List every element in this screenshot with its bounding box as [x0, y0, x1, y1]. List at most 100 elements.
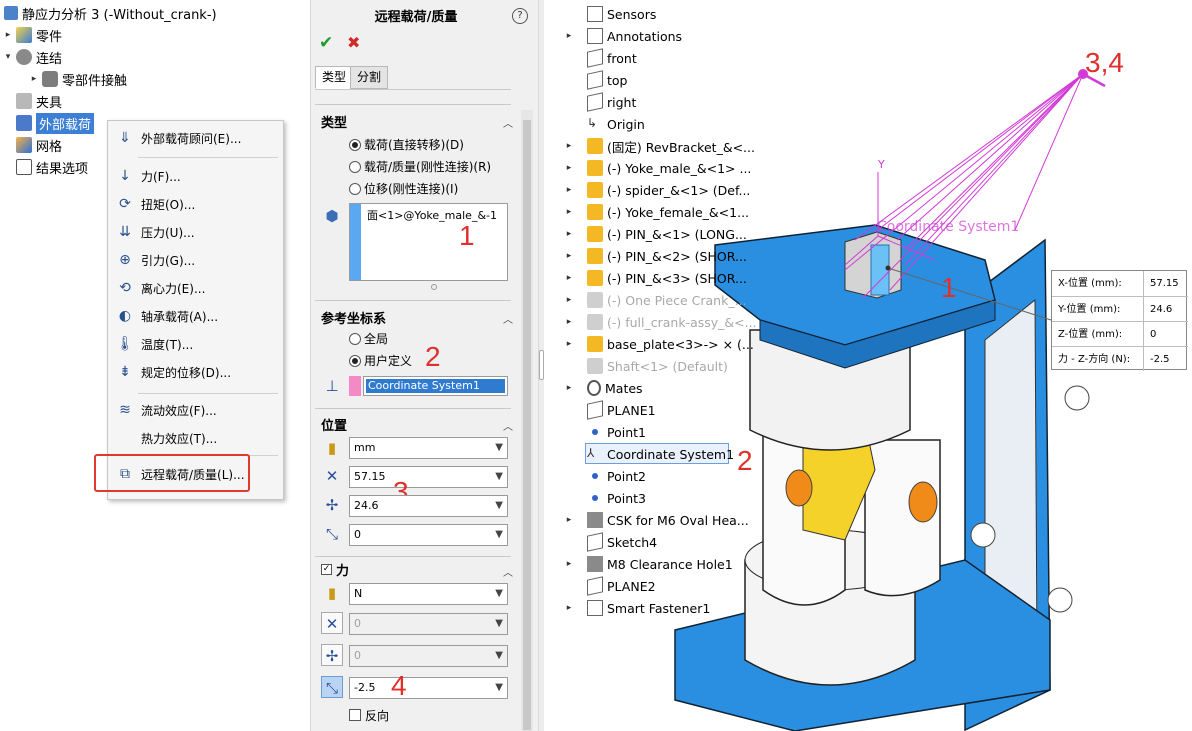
feature-item-pin-2[interactable]: ▸ (-) PIN_&<2> (SHOR...: [563, 245, 747, 267]
graphics-viewport[interactable]: Y Coordinate System1 1 3,4 2 Sensors ▸ An…: [545, 0, 1192, 731]
feature-item-point1[interactable]: Point1: [563, 421, 646, 443]
tree-item-component-contact[interactable]: ▸ 零部件接触: [28, 68, 127, 90]
splitter-grip-icon[interactable]: [539, 350, 544, 380]
remote-load-callout[interactable]: X-位置 (mm): 57.15 Y-位置 (mm): 24.6 Z-位置 (mm)…: [1051, 270, 1188, 371]
menu-item-prescribed-displacement[interactable]: ⇟ 规定的位移(D)...: [108, 359, 283, 385]
expander-icon[interactable]: ▸: [563, 339, 575, 349]
menu-item-gravity[interactable]: ⊕ 引力(G)...: [108, 247, 283, 273]
expander-icon[interactable]: ▸: [563, 229, 575, 239]
radio-global[interactable]: 全局: [349, 330, 388, 347]
menu-item-pressure[interactable]: ⇊ 压力(U)...: [108, 219, 283, 245]
help-icon[interactable]: ?: [512, 8, 528, 24]
feature-item-base-plate[interactable]: ▸ base_plate<3>-> × (...: [563, 333, 754, 355]
collapse-icon[interactable]: ︿: [503, 115, 513, 130]
selected-face[interactable]: 面<1>@Yoke_male_&-1: [367, 207, 497, 223]
expander-icon[interactable]: ▸: [563, 141, 575, 151]
reverse-direction-checkbox[interactable]: [349, 709, 361, 721]
menu-item-flow-effect[interactable]: ≋ 流动效应(F)...: [108, 397, 283, 423]
feature-item-plane1[interactable]: PLANE1: [563, 399, 656, 421]
feature-item-front[interactable]: front: [563, 47, 637, 69]
force-z-input[interactable]: -2.5 ▼: [349, 677, 508, 699]
tab-split[interactable]: 分割: [350, 66, 389, 89]
feature-item-spider[interactable]: ▸ (-) spider_&<1> (Def...: [563, 179, 750, 201]
expander-icon[interactable]: ▸: [563, 207, 575, 217]
resize-handle[interactable]: [431, 284, 437, 290]
ok-button[interactable]: ✔: [319, 33, 333, 53]
expander-icon[interactable]: ▸: [563, 559, 575, 569]
expander-icon[interactable]: ▸: [2, 30, 14, 40]
menu-item-temperature[interactable]: 🌡 温度(T)...: [108, 331, 283, 357]
feature-item-point3[interactable]: Point3: [563, 487, 646, 509]
feature-item-sensors[interactable]: Sensors: [563, 3, 656, 25]
selected-coordinate-system[interactable]: Coordinate System1: [366, 379, 505, 393]
feature-item-revbracket[interactable]: ▸ (固定) RevBracket_&<...: [563, 135, 755, 157]
menu-item-thermal-effect[interactable]: 热力效应(T)...: [108, 425, 283, 451]
menu-item-force[interactable]: ↓ 力(F)...: [108, 163, 283, 189]
feature-item-shaft[interactable]: Shaft<1> (Default): [563, 355, 728, 377]
feature-item-coordinate-system1[interactable]: ⅄ Coordinate System1: [563, 443, 734, 465]
radio-load-direct[interactable]: 载荷(直接转移)(D): [349, 136, 464, 153]
z-location-input[interactable]: 0 ▼: [349, 524, 508, 546]
feature-item-yoke-male[interactable]: ▸ (-) Yoke_male_&<1> ...: [563, 157, 751, 179]
feature-item-plane2[interactable]: PLANE2: [563, 575, 656, 597]
radio-user-defined[interactable]: 用户定义: [349, 352, 412, 369]
feature-item-m8-hole[interactable]: ▸ M8 Clearance Hole1: [563, 553, 733, 575]
expander-icon[interactable]: ▸: [563, 273, 575, 283]
scrollbar[interactable]: [521, 110, 533, 731]
feature-item-pin-1[interactable]: ▸ (-) PIN_&<1> (LONG...: [563, 223, 747, 245]
force-enable-checkbox[interactable]: ✓: [321, 564, 332, 575]
menu-item-bearing-load[interactable]: ◐ 轴承载荷(A)...: [108, 303, 283, 329]
force-x-input[interactable]: 0 ▼: [349, 613, 508, 635]
force-y-input[interactable]: 0 ▼: [349, 645, 508, 667]
feature-item-top[interactable]: top: [563, 69, 627, 91]
feature-item-smart-fastener1[interactable]: ▸ Smart Fastener1: [563, 597, 710, 619]
y-location-input[interactable]: 24.6 ▼: [349, 495, 508, 517]
radio-dot[interactable]: [349, 182, 361, 195]
expander-icon[interactable]: ▸: [563, 603, 575, 613]
menu-item-torque[interactable]: ⟳ 扭矩(O)...: [108, 191, 283, 217]
menu-item-load-advisor[interactable]: ⇓ 外部载荷顾问(E)...: [108, 125, 283, 151]
radio-load-mass-rigid[interactable]: 载荷/质量(刚性连接)(R): [349, 158, 491, 175]
x-location-input[interactable]: 57.15 ▼: [349, 466, 508, 488]
feature-item-sketch4[interactable]: Sketch4: [563, 531, 657, 553]
expander-icon[interactable]: ▸: [563, 31, 575, 41]
tree-item-fixtures[interactable]: 夹具: [14, 90, 62, 112]
expander-icon[interactable]: ▸: [563, 295, 575, 305]
study-title-row[interactable]: 静应力分析 3 (-Without_crank-): [2, 2, 217, 24]
scrollbar-thumb[interactable]: [523, 120, 531, 730]
tree-item-external-loads[interactable]: 外部载荷: [14, 112, 95, 134]
expander-icon[interactable]: ▸: [28, 74, 40, 84]
tree-item-parts[interactable]: ▸ 零件: [2, 24, 62, 46]
expander-icon[interactable]: ▸: [563, 317, 575, 327]
collapse-icon[interactable]: ︿: [503, 311, 513, 326]
radio-displacement-rigid[interactable]: 位移(刚性连接)(I): [349, 180, 458, 197]
tree-item-result-options[interactable]: 结果选项: [14, 156, 88, 178]
expander-icon[interactable]: ▸: [563, 185, 575, 195]
tree-item-connections[interactable]: ▾ 连结: [2, 46, 62, 68]
radio-dot[interactable]: [349, 138, 361, 151]
feature-item-origin[interactable]: ↳ Origin: [563, 113, 645, 135]
coordinate-system-selection[interactable]: Coordinate System1: [363, 376, 508, 396]
feature-item-right[interactable]: right: [563, 91, 636, 113]
menu-item-centrifugal[interactable]: ⟲ 离心力(E)...: [108, 275, 283, 301]
feature-item-full-crank-assy[interactable]: ▸ (-) full_crank-assy_&<...: [563, 311, 757, 333]
feature-item-yoke-female[interactable]: ▸ (-) Yoke_female_&<1...: [563, 201, 749, 223]
feature-item-point2[interactable]: Point2: [563, 465, 646, 487]
radio-dot[interactable]: [349, 332, 361, 345]
collapse-icon[interactable]: ︿: [503, 564, 513, 579]
feature-item-mates[interactable]: ▸ Mates: [563, 377, 643, 399]
panel-splitter[interactable]: [538, 0, 544, 731]
collapse-icon[interactable]: ︿: [503, 418, 513, 433]
feature-item-one-piece-crank[interactable]: ▸ (-) One Piece Crank_...: [563, 289, 746, 311]
expander-icon[interactable]: ▸: [563, 383, 575, 393]
face-selection-box[interactable]: 面<1>@Yoke_male_&-1: [349, 203, 508, 281]
radio-dot[interactable]: [349, 160, 361, 173]
force-x-icon[interactable]: ✕: [321, 612, 343, 634]
expander-icon[interactable]: ▸: [563, 251, 575, 261]
force-unit-select[interactable]: N ▼: [349, 583, 508, 605]
tab-type[interactable]: 类型: [315, 66, 354, 89]
location-unit-select[interactable]: mm ▼: [349, 437, 508, 459]
expander-icon[interactable]: ▾: [2, 52, 14, 62]
tree-item-mesh[interactable]: 网格: [14, 134, 62, 156]
expander-icon[interactable]: ▸: [563, 163, 575, 173]
